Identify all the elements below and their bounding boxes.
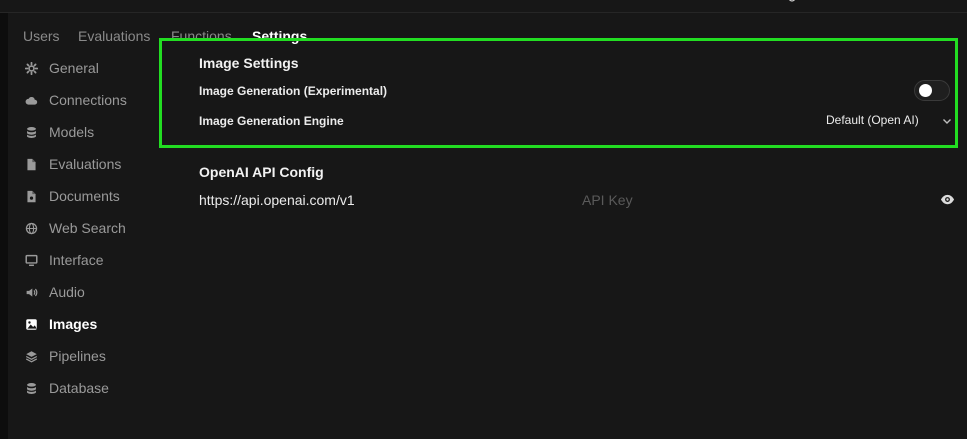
image-engine-select[interactable]: Default (Open AI) [826,113,919,127]
openai-config-title: OpenAI API Config [199,164,324,180]
image-icon [24,317,38,331]
sidebar-item-label: Web Search [49,220,126,236]
menu-icon[interactable] [922,0,934,4]
sidebar-item-evaluations[interactable]: Evaluations [24,154,121,174]
sidebar-item-database[interactable]: Database [24,378,109,398]
openai-base-url-input[interactable] [199,191,559,209]
sidebar-item-label: Evaluations [49,156,122,172]
chevron-down-icon[interactable] [942,116,952,126]
eye-icon[interactable] [940,193,955,206]
database-icon [24,381,38,395]
gear-icon [24,61,38,75]
tab-evaluations[interactable]: Evaluations [78,28,150,44]
document-icon [24,157,38,171]
document-icon [24,189,38,203]
sidebar-item-audio[interactable]: Audio [24,282,85,302]
sidebar-item-label: Database [49,380,109,396]
database-icon [24,125,38,139]
image-engine-label: Image Generation Engine [199,114,344,128]
sidebar-item-web-search[interactable]: Web Search [24,218,126,238]
sidebar-item-label: Pipelines [49,348,106,364]
openai-api-key-input[interactable] [582,191,922,209]
sidebar-item-connections[interactable]: Connections [24,90,127,110]
sidebar-item-general[interactable]: General [24,58,99,78]
window-top-bar [0,0,967,13]
tab-users[interactable]: Users [23,28,60,44]
globe-icon [24,221,38,235]
sidebar-item-label: Interface [49,252,104,268]
speaker-icon [24,285,38,299]
sidebar-item-label: Models [49,124,95,140]
sidebar-item-label: Connections [49,92,127,108]
sidebar-item-label: Images [49,316,98,332]
sidebar-item-images[interactable]: Images [24,314,97,334]
sidebar-item-label: Audio [49,284,85,300]
sidebar-item-label: General [49,60,99,76]
monitor-icon [24,253,38,267]
image-generation-label: Image Generation (Experimental) [199,84,388,98]
cloud-icon [24,93,38,107]
image-settings-title: Image Settings [199,55,299,71]
layers-icon [24,349,38,363]
user-icon[interactable] [786,0,798,4]
sidebar-item-models[interactable]: Models [24,122,94,142]
sidebar-item-documents[interactable]: Documents [24,186,120,206]
sidebar-item-pipelines[interactable]: Pipelines [24,346,106,366]
toggle-knob [919,84,932,97]
image-generation-toggle[interactable] [914,80,950,101]
sidebar-item-label: Documents [49,188,120,204]
sidebar-item-interface[interactable]: Interface [24,250,103,270]
